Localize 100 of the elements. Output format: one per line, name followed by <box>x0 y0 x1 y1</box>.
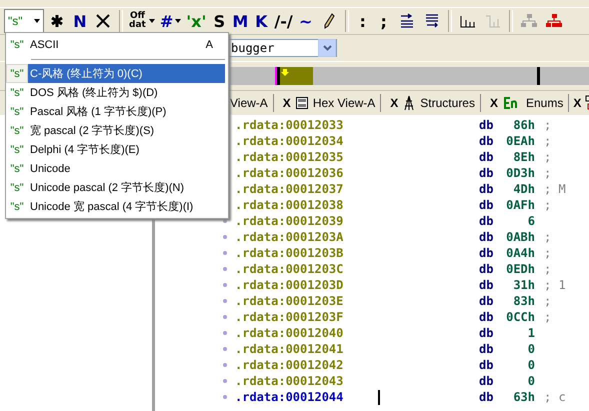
comment: ; <box>544 198 552 212</box>
toolbar-button[interactable]: ; <box>374 9 394 33</box>
comment: ; M <box>544 182 566 196</box>
menu-label: Unicode <box>30 162 70 174</box>
comment: ; <box>544 294 552 308</box>
string-icon: "s" <box>6 102 28 121</box>
instruction: db <box>479 294 494 308</box>
menu-label: Unicode 宽 pascal (4 字节长度)(I) <box>30 200 194 214</box>
instruction: db <box>479 118 494 132</box>
instruction: db <box>479 278 494 292</box>
string-icon: "s" <box>6 64 28 83</box>
menu-label: 宽 pascal (2 字节长度)(S) <box>30 124 154 138</box>
comment: ; <box>544 262 552 276</box>
operand: 0 <box>526 342 535 356</box>
shortcut: A <box>206 38 213 50</box>
string-icon: "s" <box>6 140 28 159</box>
menu-item[interactable]: "s" Delphi (4 字节长度)(E) <box>6 140 228 159</box>
instruction: db <box>479 358 494 372</box>
string-icon: "s" <box>6 121 28 140</box>
address: .rdata:00012041 <box>235 342 344 356</box>
toolbar-button[interactable]: ~ <box>296 9 316 33</box>
comment: ; <box>544 150 552 164</box>
comment: ; c <box>544 390 566 404</box>
tab[interactable]: View-A <box>230 96 268 110</box>
close-button[interactable]: X <box>573 96 582 110</box>
menu-label: Delphi (4 字节长度)(E) <box>30 142 140 157</box>
address: .rdata:0001203A <box>235 230 344 244</box>
address: .rdata:00012036 <box>235 166 344 180</box>
offset-button[interactable]: Off dat <box>127 9 157 33</box>
toolbar-button[interactable]: N <box>70 9 90 33</box>
operand: 0CCh <box>505 310 535 324</box>
toolbar-button[interactable]: K <box>251 9 272 33</box>
string-icon: "s" <box>6 197 28 216</box>
operand: 0 <box>526 374 535 388</box>
toolbar-button[interactable]: /-/ <box>272 9 295 33</box>
address: .rdata:00012035 <box>235 150 344 164</box>
operand: 0ABh <box>505 230 535 244</box>
comment: ; 1 <box>544 278 566 292</box>
instruction: db <box>479 230 494 244</box>
operand: 6 <box>526 214 535 228</box>
menu-label: Unicode pascal (2 字节长度)(N) <box>30 180 184 195</box>
toolbar-button[interactable]: : <box>352 9 373 33</box>
toolbar-button[interactable]: # <box>158 9 184 33</box>
operand: 63h <box>512 390 535 404</box>
operand: 8Eh <box>512 150 535 164</box>
instruction: db <box>479 166 494 180</box>
menu-item[interactable]: "s" DOS 风格 (终止符为 $)(D) <box>6 83 228 102</box>
instruction: db <box>479 198 494 212</box>
menu-item[interactable]: "s" Unicode 宽 pascal (4 字节长度)(I) <box>6 197 228 216</box>
address: .rdata:0001203B <box>235 246 344 260</box>
operand: 0EAh <box>505 134 535 148</box>
string-icon: "s" <box>6 159 28 178</box>
address: .rdata:00012037 <box>235 182 344 196</box>
menu-label: C-风格 (终止符为 0)(C) <box>30 67 142 81</box>
menu-label: ASCII <box>30 38 59 50</box>
address: .rdata:00012043 <box>235 374 344 388</box>
instruction: db <box>479 134 494 148</box>
operand: 4Dh <box>512 182 535 196</box>
instruction: db <box>479 342 494 356</box>
address: .rdata:0001203E <box>235 294 344 308</box>
address: .rdata:00012034 <box>235 134 344 148</box>
close-button[interactable]: X <box>490 96 498 110</box>
address: .rdata:00012040 <box>235 326 344 340</box>
tab[interactable]: Structures <box>420 96 475 110</box>
menu-label: DOS 风格 (终止符为 $)(D) <box>30 86 158 100</box>
operand: 0 <box>526 358 535 372</box>
string-icon: "s" <box>6 178 28 197</box>
operand: 83h <box>512 294 535 308</box>
operand: 0AFh <box>505 198 535 212</box>
toolbar-button[interactable]: 'x' <box>184 9 208 33</box>
string-type-button[interactable]: "s" <box>4 9 44 33</box>
string-icon: "s" <box>6 35 28 54</box>
tab[interactable]: Hex View-A <box>312 96 376 110</box>
comment: ; <box>544 246 552 260</box>
instruction: db <box>479 390 494 404</box>
menu-item[interactable]: "s" Unicode pascal (2 字节长度)(N) <box>6 178 228 197</box>
address: .rdata:00012042 <box>235 358 344 372</box>
address: .rdata:0001203F <box>235 310 344 324</box>
address: .rdata:00012033 <box>235 118 344 132</box>
close-button[interactable]: X <box>390 96 398 110</box>
toolbar-button[interactable]: S <box>209 9 230 33</box>
toolbar-button[interactable]: M <box>230 9 250 33</box>
comment: ; <box>544 134 552 148</box>
instruction: db <box>479 262 494 276</box>
address: .rdata:00012039 <box>235 214 344 228</box>
instruction: db <box>479 310 494 324</box>
operand: 1 <box>526 326 535 340</box>
menu-item[interactable]: "s" Pascal 风格 (1 字节长度)(P) <box>6 102 228 121</box>
menu-item[interactable]: "s" Unicode <box>6 159 228 178</box>
menu-label: Pascal 风格 (1 字节长度)(P) <box>30 104 166 119</box>
tab[interactable]: Enums <box>526 96 564 110</box>
instruction: db <box>479 374 494 388</box>
close-button[interactable]: X <box>282 96 291 110</box>
instruction: db <box>479 150 494 164</box>
string-icon: "s" <box>6 83 28 102</box>
instruction: db <box>479 182 494 196</box>
instruction: db <box>479 326 494 340</box>
comment: ; <box>544 310 552 324</box>
menu-item[interactable]: "s" 宽 pascal (2 字节长度)(S) <box>6 121 228 140</box>
operand: 86h <box>512 118 535 132</box>
